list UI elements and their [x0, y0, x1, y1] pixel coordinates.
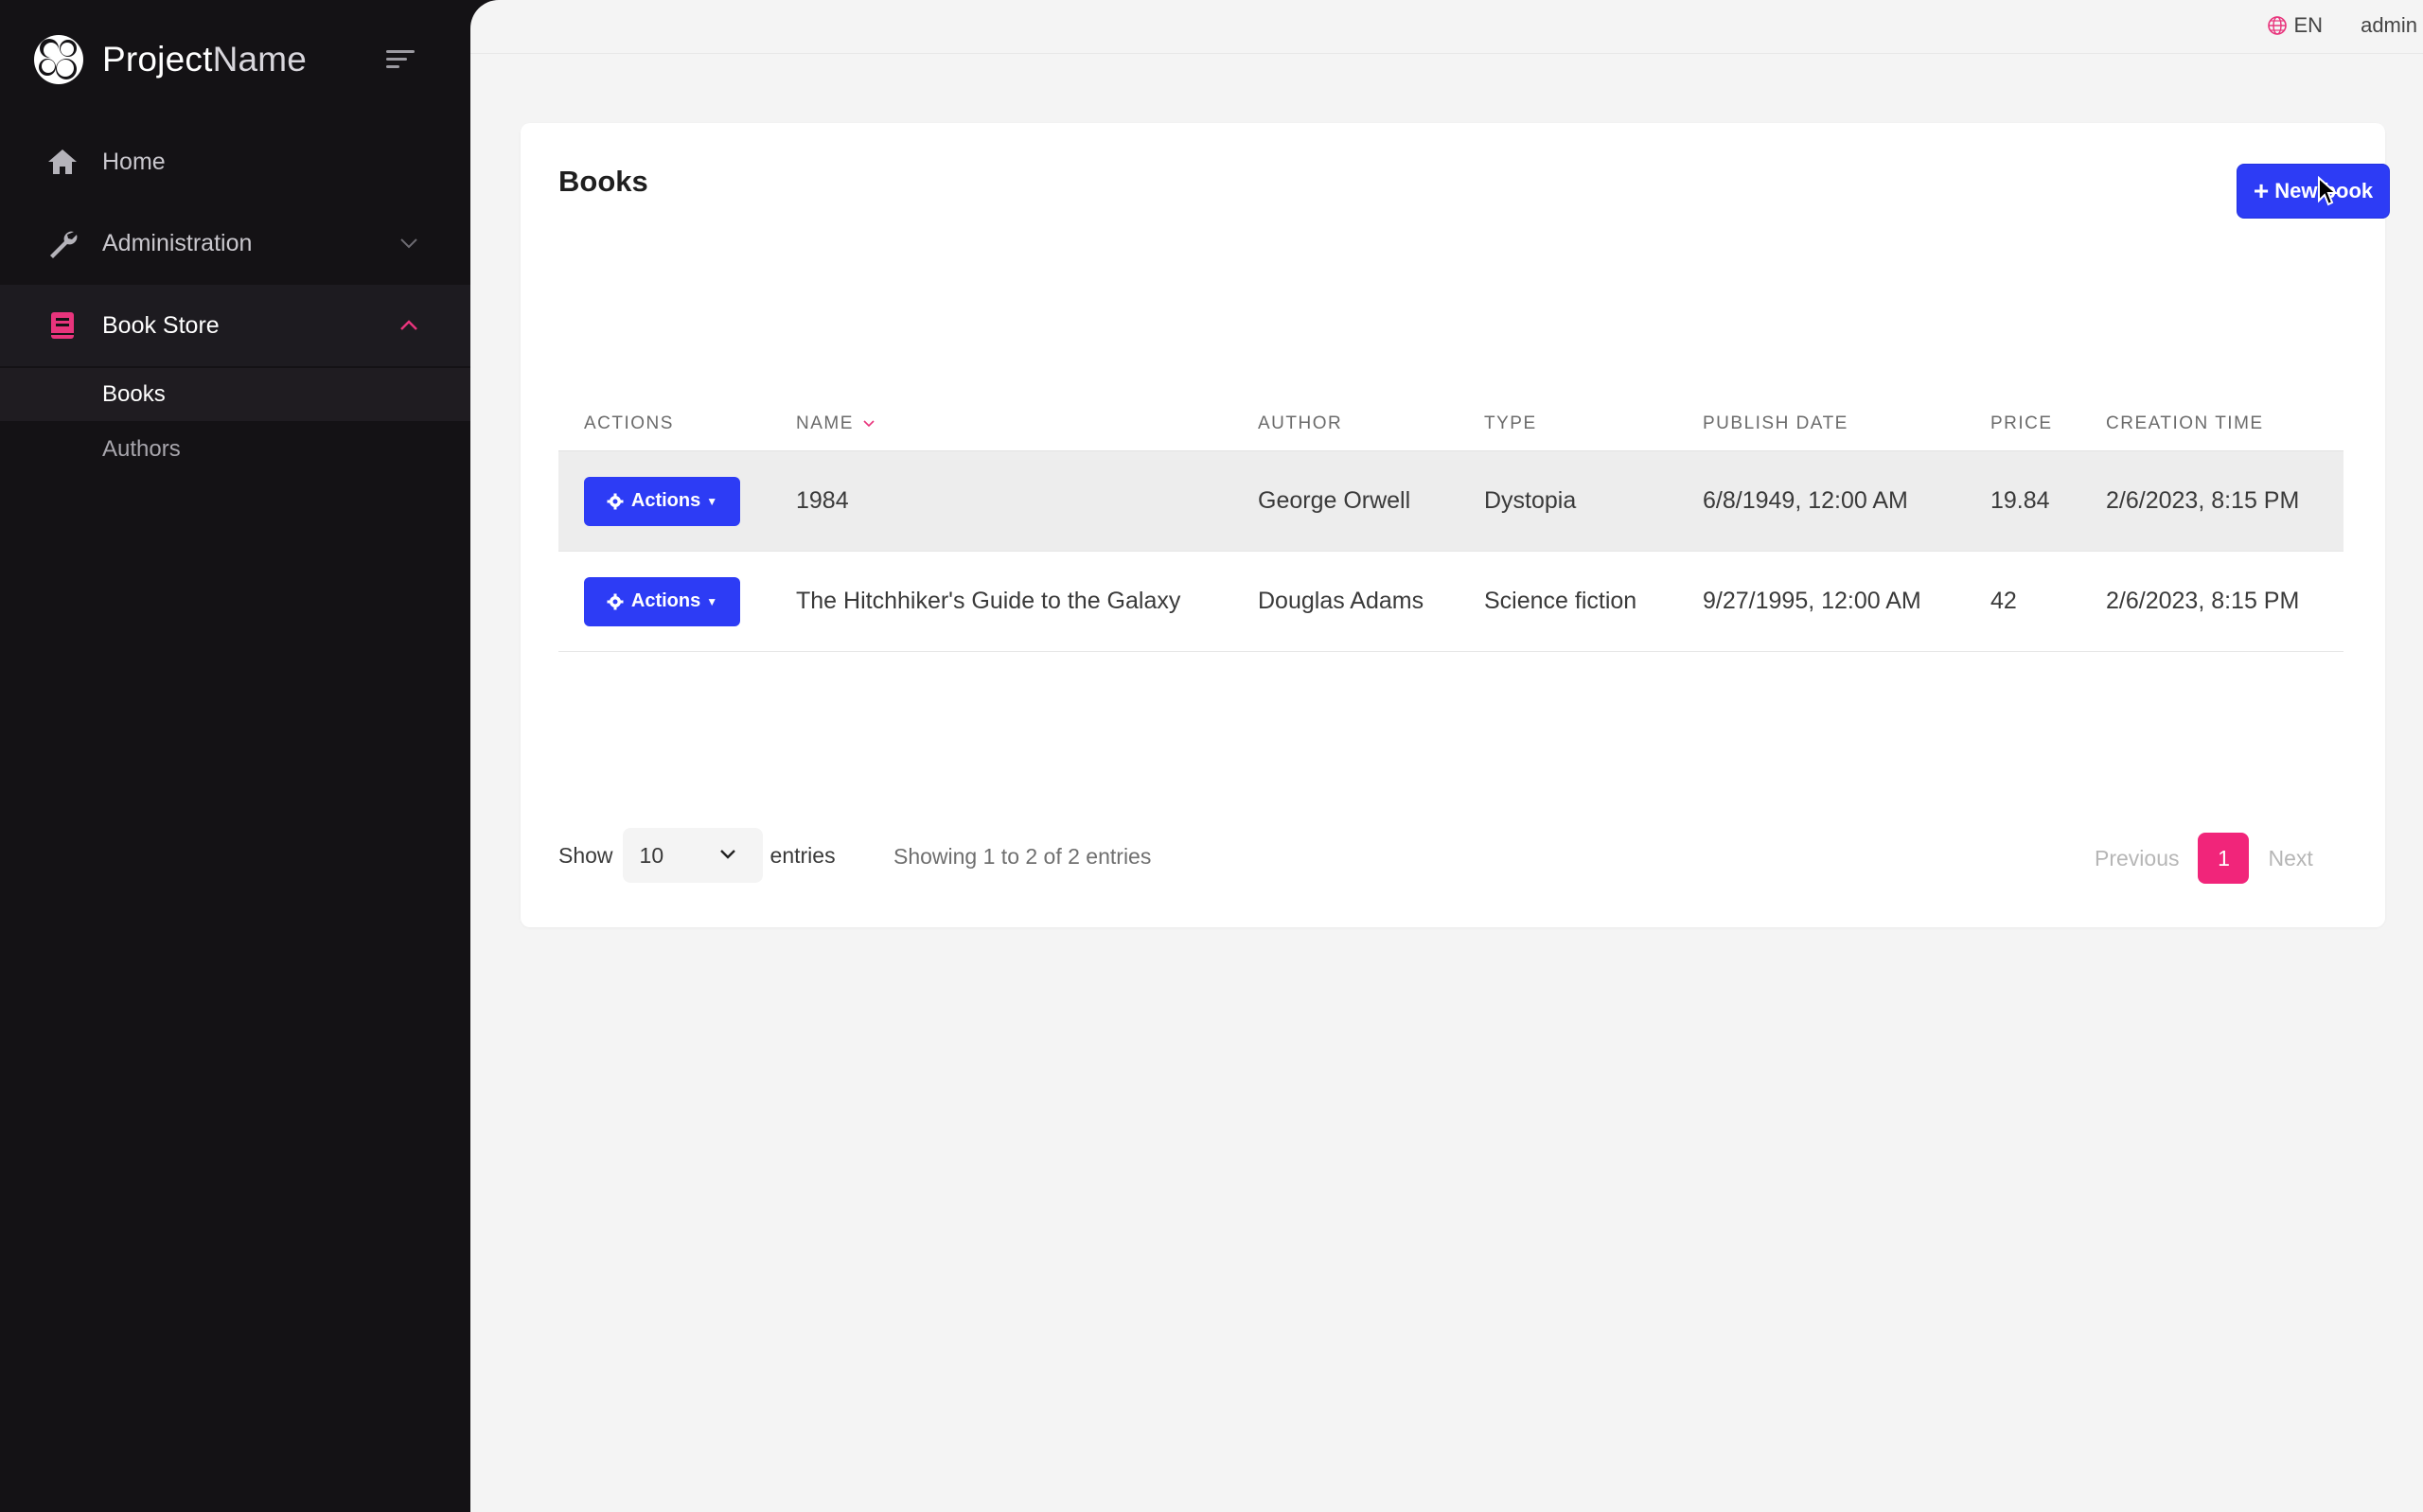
cell-publish-date: 9/27/1995, 12:00 AM: [1703, 551, 1990, 652]
previous-button[interactable]: Previous: [2095, 846, 2179, 871]
sidebar-item-label: Book Store: [102, 311, 220, 339]
sidebar-subitem-label: Authors: [102, 436, 181, 462]
table-row: Actions ▼ The Hitchhiker's Guide to the …: [558, 551, 2343, 652]
header-name-label: NAME: [796, 413, 854, 433]
next-button[interactable]: Next: [2268, 846, 2312, 871]
page-size-value: 10: [639, 842, 664, 868]
user-menu[interactable]: admin: [2361, 13, 2417, 38]
globe-icon: [2268, 16, 2288, 35]
sidebar: ProjectName Home Administration Book Sto…: [0, 0, 470, 1512]
chevron-down-icon: [400, 238, 417, 249]
books-card: Books + New book ACTIONS NAME AUTHOR TYP…: [521, 123, 2390, 927]
cell-price: 42: [1990, 551, 2106, 652]
books-table: ACTIONS NAME AUTHOR TYPE PUBLISH DATE PR…: [558, 397, 2343, 652]
page-button-1[interactable]: 1: [2198, 833, 2250, 884]
actions-cell: Actions ▼: [558, 450, 796, 552]
sidebar-item-label: Administration: [102, 229, 253, 256]
cell-publish-date: 6/8/1949, 12:00 AM: [1703, 450, 1990, 552]
cell-author: George Orwell: [1258, 450, 1484, 552]
language-label: EN: [2293, 13, 2323, 37]
cell-name: 1984: [796, 450, 1258, 552]
sidebar-item-home[interactable]: Home: [0, 121, 470, 202]
actions-label: Actions: [630, 490, 701, 511]
language-selector[interactable]: EN: [2267, 13, 2323, 38]
home-icon: [48, 149, 77, 174]
chevron-up-icon: [400, 320, 417, 330]
pagination: Previous 1 Next: [2095, 833, 2313, 884]
brand-name-light: Name: [212, 40, 308, 79]
cell-type: Science fiction: [1484, 551, 1703, 652]
topbar: EN admin: [470, 0, 2423, 54]
header-price[interactable]: PRICE: [1990, 397, 2106, 451]
sidebar-item-book-store[interactable]: Book Store: [0, 285, 470, 366]
sidebar-subitem-books[interactable]: Books: [0, 368, 470, 421]
table-info: Showing 1 to 2 of 2 entries: [893, 844, 1152, 869]
actions-button[interactable]: Actions ▼: [584, 576, 740, 626]
sidebar-subitem-label: Books: [102, 381, 166, 407]
actions-cell: Actions ▼: [558, 551, 796, 652]
new-book-button[interactable]: + New book: [2237, 164, 2390, 219]
header-author[interactable]: AUTHOR: [1258, 397, 1484, 451]
sort-desc-icon: [863, 420, 875, 428]
table-header-row: ACTIONS NAME AUTHOR TYPE PUBLISH DATE PR…: [558, 397, 2343, 451]
sidebar-item-label: Home: [102, 148, 166, 175]
header-actions: ACTIONS: [558, 397, 796, 451]
header-publish-date[interactable]: PUBLISH DATE: [1703, 397, 1990, 451]
book-icon: [51, 312, 74, 339]
brand-name: ProjectName: [102, 40, 307, 79]
caret-down-icon: ▼: [706, 494, 718, 508]
mouse-cursor-icon: [2318, 176, 2338, 206]
brand[interactable]: ProjectName: [32, 30, 307, 89]
entries-label: entries: [769, 842, 836, 868]
cell-creation-time: 2/6/2023, 8:15 PM: [2106, 450, 2343, 552]
menu-toggle-icon[interactable]: [386, 47, 416, 72]
actions-label: Actions: [630, 590, 701, 611]
actions-button[interactable]: Actions ▼: [584, 476, 740, 526]
cell-author: Douglas Adams: [1258, 551, 1484, 652]
gear-icon: [607, 593, 624, 609]
sidebar-item-administration[interactable]: Administration: [0, 202, 470, 284]
page-size-select[interactable]: 10: [622, 828, 763, 883]
cell-price: 19.84: [1990, 450, 2106, 552]
sidebar-subitem-authors[interactable]: Authors: [0, 423, 470, 476]
plus-icon: +: [2253, 176, 2270, 205]
gear-icon: [607, 493, 624, 509]
cell-name: The Hitchhiker's Guide to the Galaxy: [796, 551, 1258, 652]
header-creation-time[interactable]: CREATION TIME: [2106, 397, 2343, 451]
table-row: Actions ▼ 1984 George Orwell Dystopia 6/…: [558, 450, 2343, 552]
show-label: Show: [558, 842, 613, 868]
page-size-control: Show 10 entries: [558, 828, 836, 883]
logo-icon: [34, 35, 83, 84]
page-title: Books: [558, 165, 648, 198]
brand-name-bold: Project: [102, 40, 213, 79]
cell-creation-time: 2/6/2023, 8:15 PM: [2106, 551, 2343, 652]
wrench-icon: [50, 231, 78, 258]
header-name[interactable]: NAME: [796, 397, 1258, 451]
cell-type: Dystopia: [1484, 450, 1703, 552]
header-type[interactable]: TYPE: [1484, 397, 1703, 451]
chevron-down-icon: [719, 850, 735, 859]
main-content: EN admin Books + New book ACTIONS NAME A…: [470, 0, 2423, 1512]
caret-down-icon: ▼: [706, 594, 718, 608]
